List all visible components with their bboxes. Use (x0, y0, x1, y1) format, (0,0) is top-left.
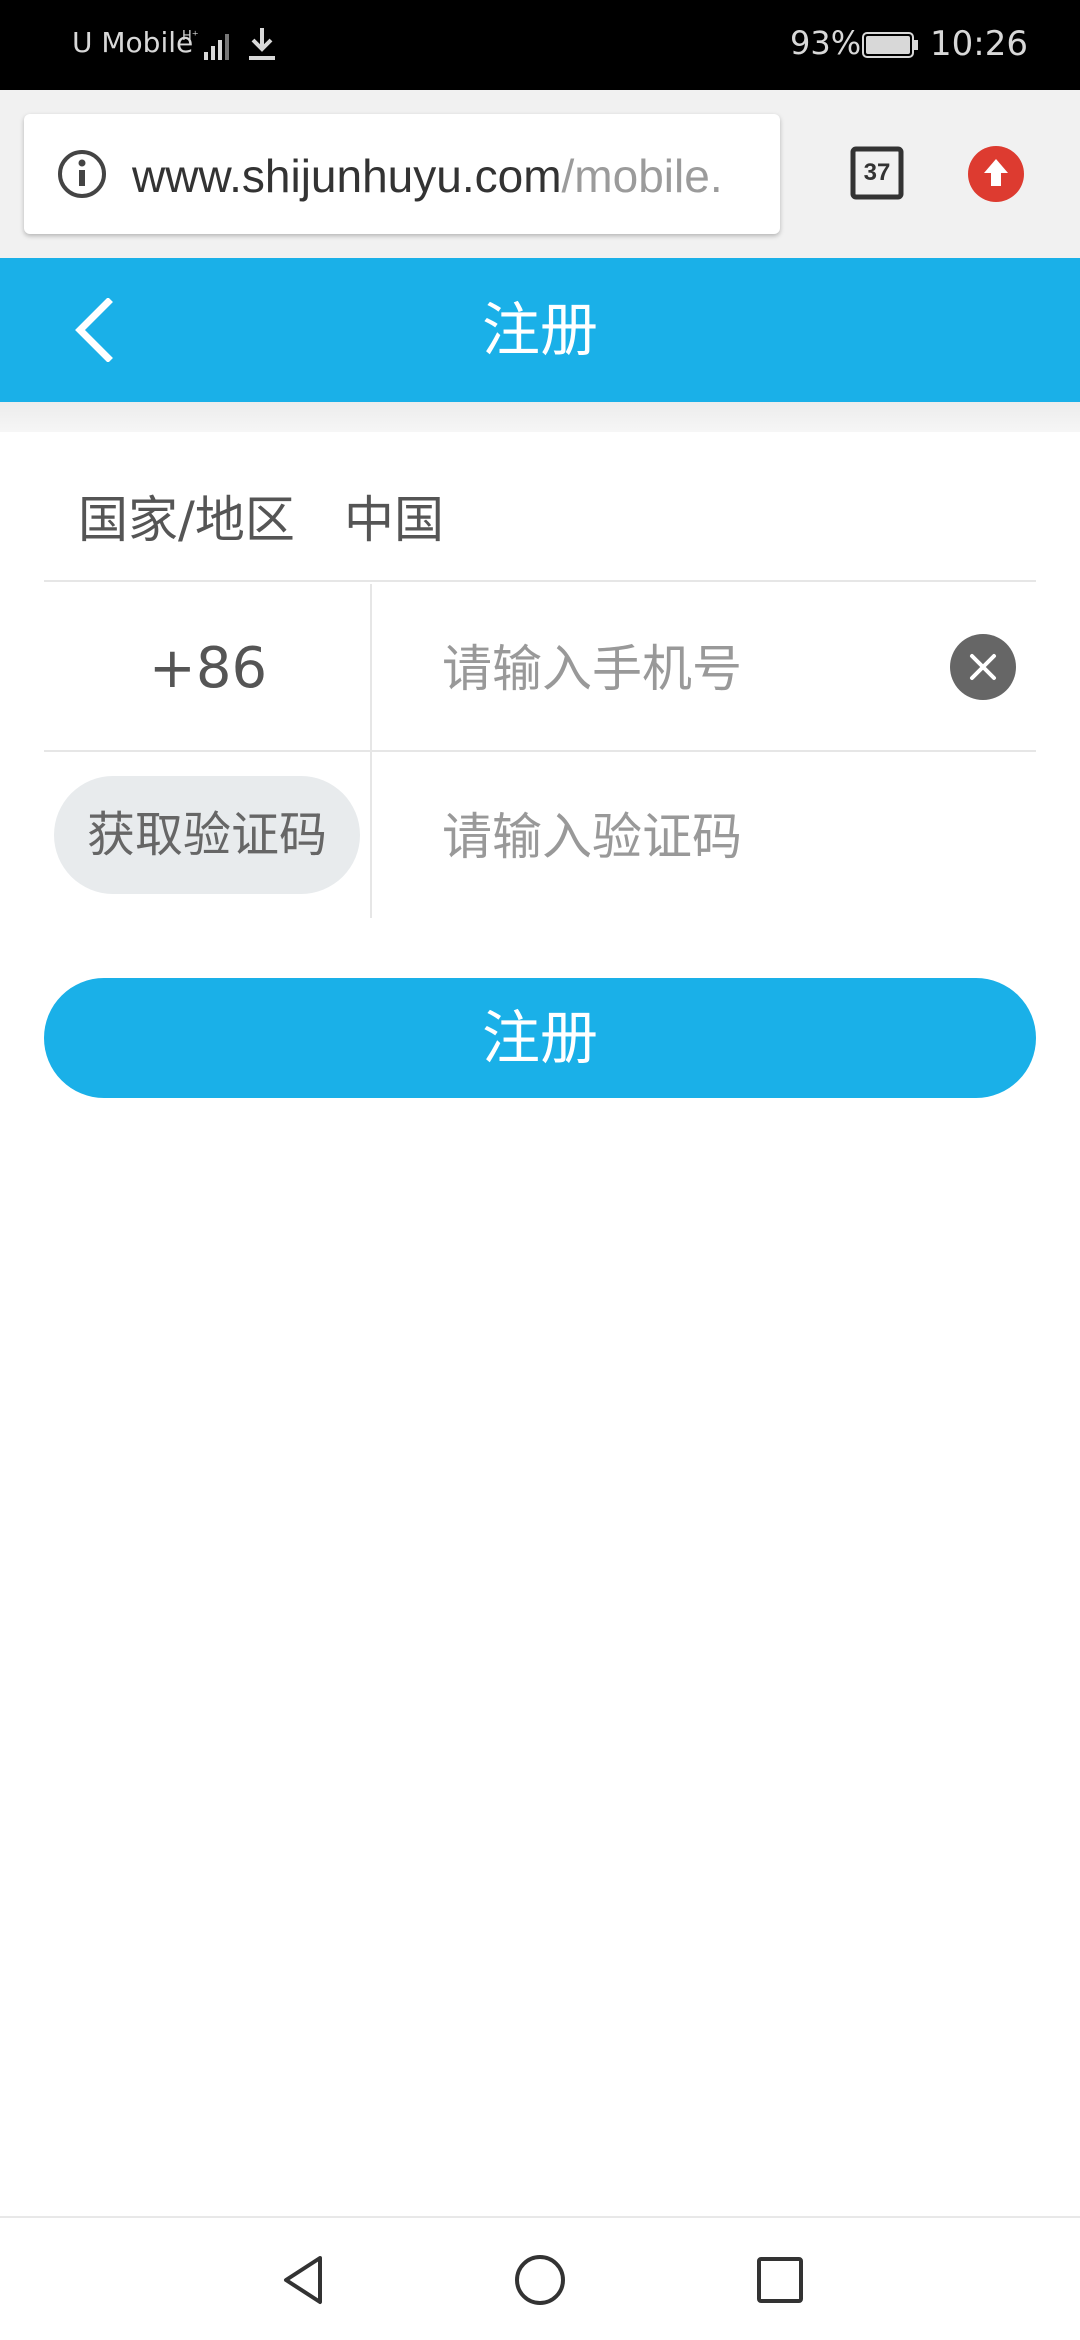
info-icon[interactable] (56, 148, 108, 200)
phone-input[interactable] (442, 634, 942, 704)
address-bar[interactable]: www.shijunhuyu.com/mobile. (24, 114, 780, 234)
upload-icon[interactable] (968, 146, 1024, 202)
verification-code-input[interactable] (442, 802, 1002, 872)
get-code-cell: 获取验证码 (44, 752, 372, 918)
get-code-button[interactable]: 获取验证码 (54, 776, 360, 894)
header-divider (0, 402, 1080, 432)
verification-row: 获取验证码 (44, 752, 1036, 918)
chevron-left-icon[interactable] (64, 298, 128, 362)
battery-icon (862, 32, 918, 58)
clock: 10:26 (930, 24, 1028, 64)
country-code: +86 (148, 636, 268, 701)
url-text[interactable]: www.shijunhuyu.com/mobile. (132, 148, 780, 204)
nav-recent-icon[interactable] (752, 2252, 808, 2308)
country-region-row[interactable]: 国家/地区 中国 (44, 432, 1036, 582)
country-code-cell[interactable]: +86 (44, 584, 372, 750)
svg-text:H⁺: H⁺ (182, 29, 199, 44)
status-bar: U Mobile H⁺ 93% 10:26 (0, 0, 1080, 90)
page-title: 注册 (481, 296, 598, 364)
carrier-name: U Mobile (72, 26, 194, 59)
download-icon (249, 28, 275, 60)
country-region-label: 国家/地区 (78, 491, 295, 549)
nav-back-icon[interactable] (274, 2252, 330, 2308)
phone-row: +86 (44, 584, 1036, 752)
app-header: 注册 (0, 258, 1080, 402)
battery-percent: 93% (790, 24, 862, 62)
country-region-value: 中国 (344, 491, 444, 549)
register-button[interactable]: 注册 (44, 978, 1036, 1098)
browser-toolbar: www.shijunhuyu.com/mobile. 37 (0, 90, 1080, 258)
navigation-bar (0, 2216, 1080, 2340)
nav-home-icon[interactable] (512, 2252, 568, 2308)
url-host: www.shijunhuyu.com (132, 150, 562, 202)
close-circle-icon[interactable] (950, 634, 1016, 700)
tab-count: 37 (863, 159, 891, 186)
signal-icon: H⁺ (182, 29, 229, 60)
url-path: /mobile. (561, 150, 723, 202)
